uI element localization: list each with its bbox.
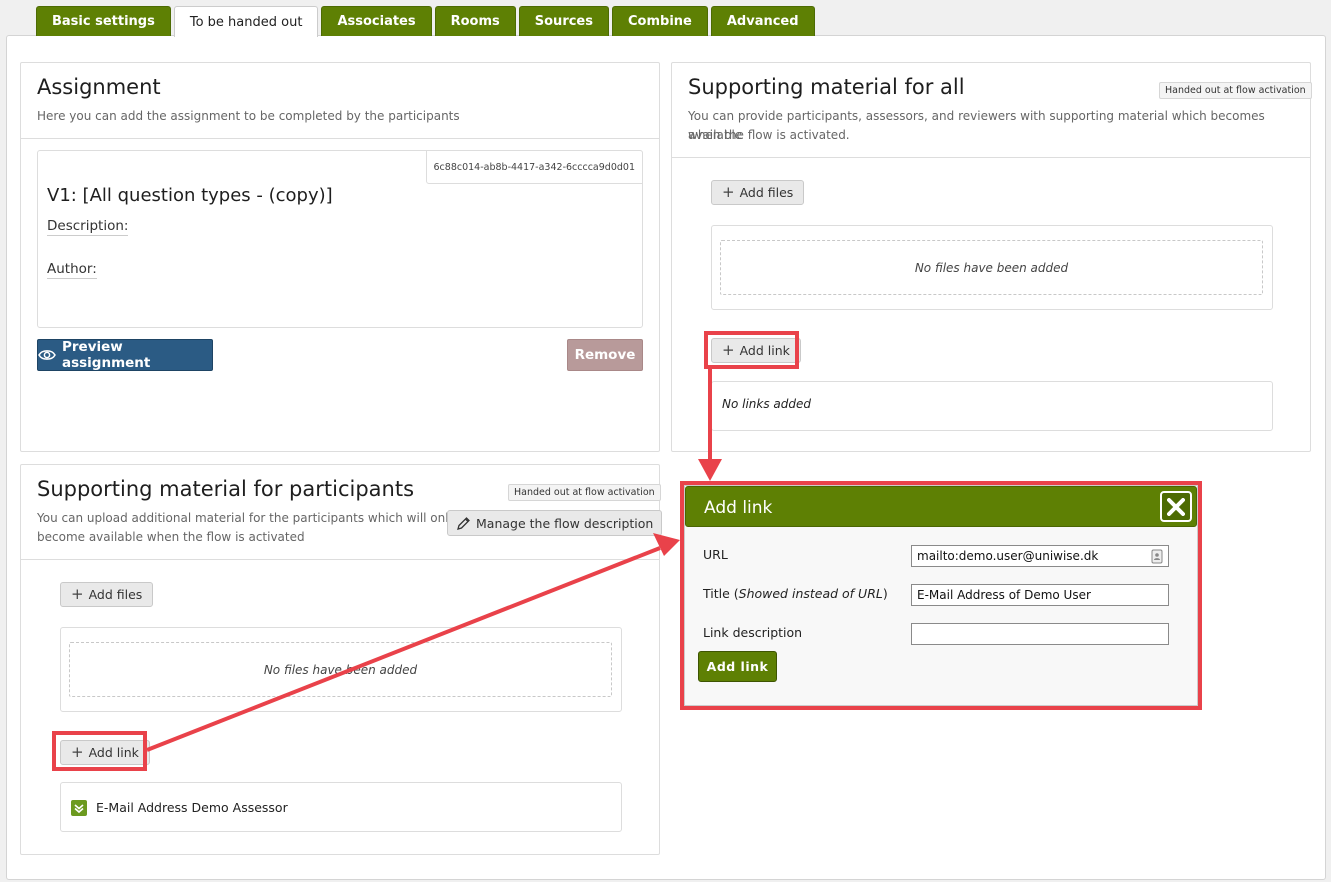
link-item-label: E-Mail Address Demo Assessor — [96, 800, 288, 815]
support-all-title: Supporting material for all — [688, 75, 965, 99]
title-label-main: Title ( — [703, 586, 739, 601]
support-participants-subtitle-line2: become available when the flow is activa… — [37, 530, 305, 544]
tab-associates[interactable]: Associates — [321, 6, 432, 36]
add-link-dialog: Add link URL mailto:demo.user@uniwise.dk… — [684, 485, 1198, 706]
assignment-header: Assignment Here you can add the assignme… — [21, 63, 659, 139]
contact-card-icon[interactable] — [1151, 549, 1163, 564]
plus-icon: + — [71, 743, 84, 761]
tab-combine[interactable]: Combine — [612, 6, 708, 36]
add-link-button[interactable]: + Add link — [711, 338, 801, 363]
no-links-text: No links added — [722, 397, 812, 411]
plus-icon: + — [71, 585, 84, 603]
title-input[interactable]: E-Mail Address of Demo User — [911, 584, 1169, 606]
support-all-panel: Supporting material for all Handed out a… — [671, 62, 1312, 452]
title-label: Title (Showed instead of URL) — [703, 586, 888, 601]
no-files-text: No files have been added — [720, 240, 1263, 295]
remove-button[interactable]: Remove — [567, 339, 643, 371]
support-participants-header: Supporting material for participants Han… — [21, 465, 663, 560]
link-description-input[interactable] — [911, 623, 1169, 645]
title-label-italic: Showed instead of URL — [738, 586, 883, 601]
add-link-submit-button[interactable]: Add link — [698, 651, 777, 682]
pencil-icon — [456, 516, 471, 531]
support-all-header: Supporting material for all Handed out a… — [672, 63, 1312, 158]
support-participants-subtitle-line1: You can upload additional material for t… — [37, 511, 456, 525]
plus-icon: + — [722, 183, 735, 201]
support-all-subtitle-line2: when the flow is activated. — [688, 128, 850, 142]
add-files-button[interactable]: + Add files — [711, 180, 805, 205]
assignment-id: 6c88c014-ab8b-4417-a342-6cccca9d0d01 — [425, 150, 643, 184]
support-participants-panel: Supporting material for participants Han… — [20, 464, 663, 855]
files-box: No files have been added — [60, 627, 622, 712]
support-all-badge: Handed out at flow activation — [1159, 82, 1312, 99]
preview-assignment-button[interactable]: Preview assignment — [37, 339, 213, 371]
dialog-header: Add link — [685, 486, 1197, 527]
add-link-button[interactable]: + Add link — [60, 740, 150, 765]
support-participants-title: Supporting material for participants — [37, 477, 415, 501]
add-link-label: Add link — [88, 745, 139, 760]
assignment-name: V1: [All question types - (copy)] — [47, 185, 333, 206]
assignment-title: Assignment — [37, 75, 161, 99]
chevron-down-icon[interactable] — [71, 800, 87, 816]
preview-assignment-label: Preview assignment — [62, 339, 151, 371]
no-files-text: No files have been added — [69, 642, 612, 697]
tab-bar: Basic settings To be handed out Associat… — [36, 6, 818, 37]
add-link-label: Add link — [739, 343, 790, 358]
tab-sources[interactable]: Sources — [518, 6, 609, 36]
assignment-panel: Assignment Here you can add the assignme… — [20, 62, 660, 452]
title-value: E-Mail Address of Demo User — [917, 588, 1091, 602]
support-participants-badge: Handed out at flow activation — [508, 484, 661, 501]
assignment-subtitle: Here you can add the assignment to be co… — [37, 109, 460, 123]
url-label: URL — [703, 547, 728, 562]
manage-flow-description-button[interactable]: Manage the flow description — [447, 510, 663, 536]
tab-advanced[interactable]: Advanced — [710, 6, 815, 36]
dialog-title: Add link — [704, 498, 773, 518]
close-button[interactable] — [1160, 491, 1192, 522]
add-files-label: Add files — [739, 185, 794, 200]
files-box: No files have been added — [711, 225, 1273, 310]
link-description-label: Link description — [703, 625, 803, 640]
description-label: Description: — [47, 218, 129, 236]
links-box: No links added — [711, 381, 1273, 431]
url-value: mailto:demo.user@uniwise.dk — [917, 549, 1099, 563]
author-label: Author: — [47, 261, 97, 279]
assignment-card: 6c88c014-ab8b-4417-a342-6cccca9d0d01 V1:… — [37, 150, 643, 328]
close-icon — [1167, 497, 1185, 516]
url-input[interactable]: mailto:demo.user@uniwise.dk — [911, 545, 1169, 567]
tab-to-be-handed-out[interactable]: To be handed out — [173, 6, 319, 37]
title-label-end: ) — [882, 586, 888, 601]
link-list-item[interactable]: E-Mail Address Demo Assessor — [60, 782, 622, 832]
tab-rooms[interactable]: Rooms — [434, 6, 516, 36]
add-files-label: Add files — [88, 587, 143, 602]
manage-flow-description-label: Manage the flow description — [476, 515, 654, 531]
tab-basic-settings[interactable]: Basic settings — [36, 6, 171, 36]
eye-icon — [38, 349, 56, 361]
plus-icon: + — [722, 341, 735, 359]
add-files-button[interactable]: + Add files — [60, 582, 154, 607]
